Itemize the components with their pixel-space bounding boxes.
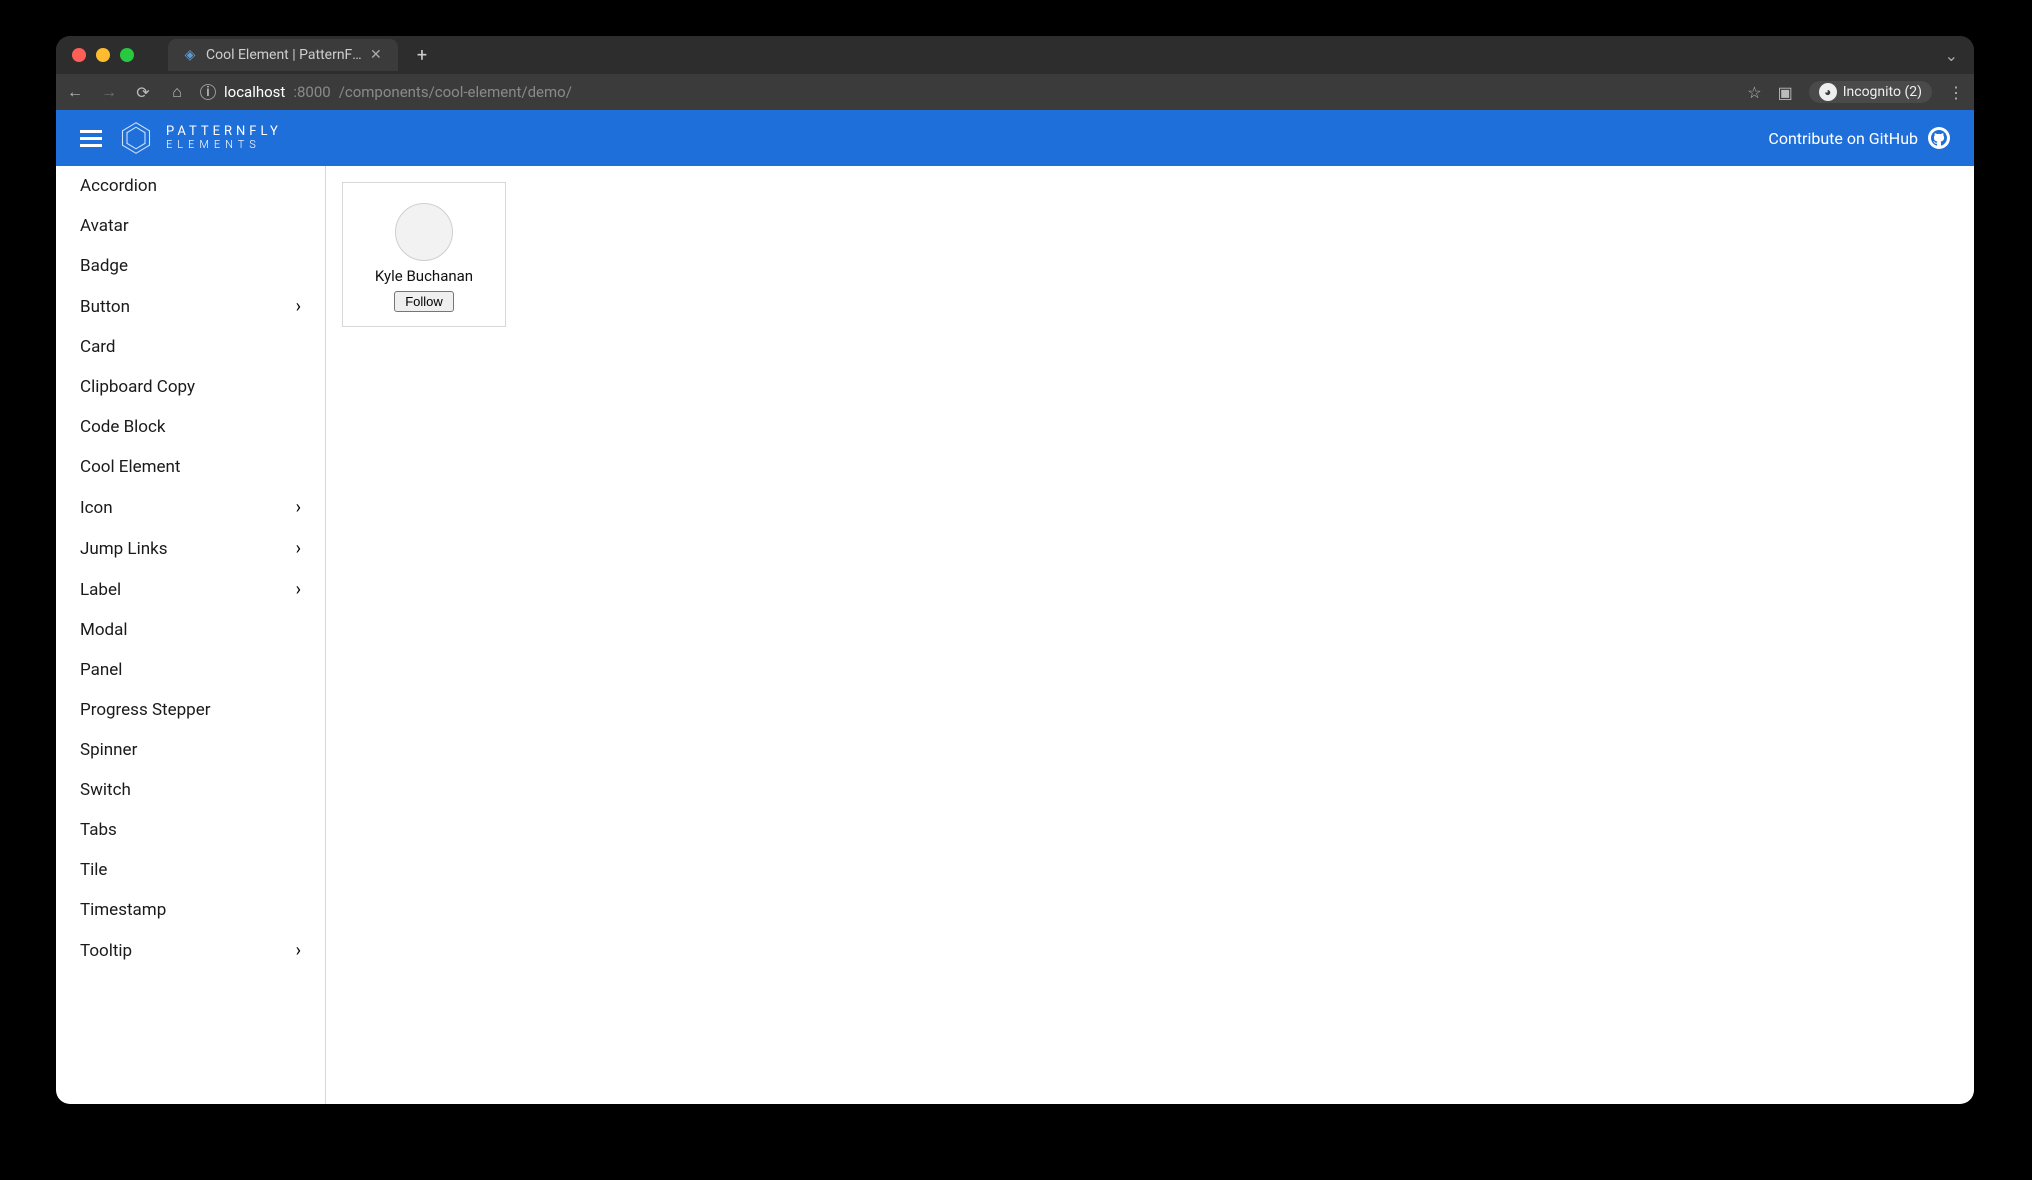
github-link[interactable]: Contribute on GitHub [1768,127,1950,149]
browser-window: ◈ Cool Element | PatternFly Elem... ✕ + … [56,36,1974,1104]
sidebar-item-modal[interactable]: Modal [56,610,325,650]
minimize-window-button[interactable] [96,48,110,62]
avatar [395,203,453,261]
browser-tab[interactable]: ◈ Cool Element | PatternFly Elem... ✕ [168,39,398,71]
url-bar: ← → ⟳ ⌂ i localhost :8000/components/cool… [56,74,1974,110]
titlebar: ◈ Cool Element | PatternFly Elem... ✕ + … [56,36,1974,74]
github-icon [1928,127,1950,149]
url-port: :8000 [293,83,330,101]
sidebar-item-label: Progress Stepper [80,700,210,720]
toolbar-right: ☆ ▣ ◕ Incognito (2) ⋮ [1747,81,1964,103]
sidebar-item-label: Panel [80,660,122,680]
address-field[interactable]: i localhost :8000/components/cool-element… [200,83,1733,101]
sidebar-item-label: Modal [80,620,128,640]
sidebar-item-label: Cool Element [80,457,181,477]
main-content: Kyle Buchanan Follow [326,166,1974,1104]
sidebar-item-icon[interactable]: Icon › [56,487,325,528]
sidebar-item-timestamp[interactable]: Timestamp [56,890,325,930]
incognito-label: Incognito (2) [1843,84,1922,100]
sidebar-item-progress-stepper[interactable]: Progress Stepper [56,690,325,730]
sidebar-item-tabs[interactable]: Tabs [56,810,325,850]
forward-button[interactable]: → [100,82,118,102]
chevron-right-icon: › [296,538,301,559]
window-controls [72,48,134,62]
new-tab-button[interactable]: + [408,45,436,66]
chevron-right-icon: › [296,497,301,518]
sidebar-item-label: Icon [80,498,113,518]
sidebar-item-card[interactable]: Card [56,327,325,367]
logo-text-line2: ELEMENTS [166,139,282,151]
sidebar-item-label: Code Block [80,417,166,437]
nav-buttons: ← → ⟳ ⌂ [66,82,186,102]
sidebar-item-label: Tile [80,860,107,880]
url-path: /components/cool-element/demo/ [339,83,572,101]
incognito-badge[interactable]: ◕ Incognito (2) [1809,81,1932,103]
page-viewport: PATTERNFLY ELEMENTS Contribute on GitHub… [56,110,1974,1104]
sidebar-item-cool-element[interactable]: Cool Element [56,447,325,487]
sidebar-item-label: Spinner [80,740,137,760]
logo-text: PATTERNFLY ELEMENTS [166,125,282,151]
sidebar-item-switch[interactable]: Switch [56,770,325,810]
home-button[interactable]: ⌂ [168,82,186,102]
sidebar-item-label: Tooltip [80,941,132,961]
sidebar-item-label: Switch [80,780,131,800]
back-button[interactable]: ← [66,82,84,102]
profile-name: Kyle Buchanan [375,267,473,285]
menu-icon[interactable]: ⋮ [1948,83,1964,102]
sidebar-item-label: Button [80,297,130,317]
chevron-right-icon: › [296,940,301,961]
sidebar-item-badge[interactable]: Badge [56,246,325,286]
sidebar-item-label: Jump Links [80,539,168,559]
tabs-expand-icon[interactable]: ⌄ [1945,46,1958,65]
site-info-icon[interactable]: i [200,84,216,100]
extensions-icon[interactable]: ▣ [1778,83,1793,102]
sidebar-item-label: Accordion [80,176,157,196]
sidebar-item-label: Badge [80,256,128,276]
tab-favicon: ◈ [182,47,198,63]
site-logo[interactable]: PATTERNFLY ELEMENTS [118,120,282,156]
tab-title: Cool Element | PatternFly Elem... [206,47,362,63]
sidebar-item-tile[interactable]: Tile [56,850,325,890]
bookmark-icon[interactable]: ☆ [1747,83,1761,102]
sidebar-item-clipboard-copy[interactable]: Clipboard Copy [56,367,325,407]
sidebar-item-jump-links[interactable]: Jump Links › [56,528,325,569]
sidebar-item-label: Timestamp [80,900,166,920]
menu-toggle-button[interactable] [80,130,104,147]
page-body: Accordion Avatar Badge Button › Card Clipboard… [56,166,1974,1104]
close-tab-icon[interactable]: ✕ [370,47,384,63]
sidebar: Accordion Avatar Badge Button › Card Clipboard… [56,166,326,1104]
sidebar-item-label[interactable]: Label › [56,569,325,610]
url-host: localhost [224,83,285,101]
sidebar-item-avatar[interactable]: Avatar [56,206,325,246]
reload-button[interactable]: ⟳ [134,83,152,102]
site-header: PATTERNFLY ELEMENTS Contribute on GitHub [56,110,1974,166]
close-window-button[interactable] [72,48,86,62]
logo-text-line1: PATTERNFLY [166,125,282,139]
sidebar-item-label: Card [80,337,116,357]
sidebar-item-tooltip[interactable]: Tooltip › [56,930,325,971]
sidebar-item-label: Clipboard Copy [80,377,195,397]
sidebar-item-code-block[interactable]: Code Block [56,407,325,447]
sidebar-item-panel[interactable]: Panel [56,650,325,690]
sidebar-item-label: Label [80,580,121,600]
github-link-label: Contribute on GitHub [1768,129,1918,148]
chevron-right-icon: › [296,296,301,317]
sidebar-item-spinner[interactable]: Spinner [56,730,325,770]
follow-button[interactable]: Follow [394,291,454,312]
sidebar-item-label: Tabs [80,820,117,840]
profile-card: Kyle Buchanan Follow [342,182,506,327]
maximize-window-button[interactable] [120,48,134,62]
incognito-icon: ◕ [1819,83,1837,101]
chevron-right-icon: › [296,579,301,600]
sidebar-item-accordion[interactable]: Accordion [56,166,325,206]
sidebar-item-label: Avatar [80,216,129,236]
logo-mark-icon [118,120,154,156]
sidebar-item-button[interactable]: Button › [56,286,325,327]
